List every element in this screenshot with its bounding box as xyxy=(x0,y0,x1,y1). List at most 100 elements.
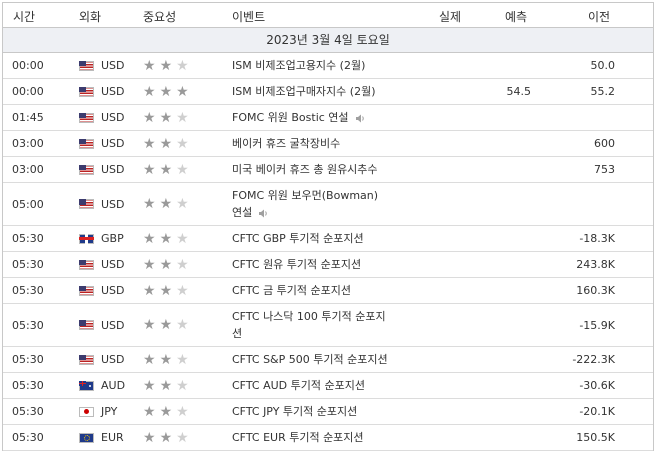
event-title-line[interactable]: CFTC 나스닥 100 투기적 순포지 xyxy=(232,308,386,325)
star-icon: ★ xyxy=(143,377,156,394)
event-title-line[interactable]: ISM 비제조업고용지수 (2월) xyxy=(232,57,365,74)
header-actual[interactable]: 실제 xyxy=(439,8,461,25)
star-icon: ★ xyxy=(159,196,173,212)
table-row[interactable]: 05:30 USD ★ ★ ★ CFTC S&P 500 투기적 순포지션 -222.3K xyxy=(3,347,653,373)
flag-cell xyxy=(79,399,94,424)
us-flag-icon xyxy=(79,60,94,71)
event-time: 05:30 xyxy=(12,431,44,444)
event-name[interactable]: 미국 베이커 휴즈 총 원유시추수 xyxy=(232,157,412,182)
header-time[interactable]: 시간 xyxy=(13,8,35,25)
event-title-line[interactable]: ISM 비제조업구매자지수 (2월) xyxy=(232,83,376,100)
event-time: 00:00 xyxy=(12,59,44,72)
event-title-line[interactable]: FOMC 위원 보우먼(Bowman) xyxy=(232,187,378,204)
importance-stars: ★ ★ ★ xyxy=(143,53,193,78)
star-icon: ★ xyxy=(143,83,156,100)
event-title-line[interactable]: 미국 베이커 휴즈 총 원유시추수 xyxy=(232,161,378,178)
header-forecast[interactable]: 예측 xyxy=(505,8,527,25)
table-row[interactable]: 05:30 EUR ★ ★ ★ CFTC EUR 투기적 순포지션 150.5K xyxy=(3,425,653,451)
star-icon: ★ xyxy=(143,57,156,74)
table-row[interactable]: 03:00 USD ★ ★ ★ 베이커 휴즈 굴착장비수 600 xyxy=(3,131,653,157)
star-icon: ★ xyxy=(159,109,173,126)
flag-cell xyxy=(79,252,94,277)
event-name[interactable]: FOMC 위원 보우먼(Bowman) 연설 xyxy=(232,183,412,225)
table-row[interactable]: 05:00 USD ★ ★ ★ FOMC 위원 보우먼(Bowman) 연설 xyxy=(3,183,653,226)
event-title-line[interactable]: CFTC S&P 500 투기적 순포지션 xyxy=(232,351,388,368)
importance-stars: ★ ★ ★ xyxy=(143,304,193,346)
event-time: 05:30 xyxy=(12,318,44,332)
currency-code: USD xyxy=(101,59,125,72)
event-title-line[interactable]: 션 xyxy=(232,327,242,340)
importance-stars: ★ ★ ★ xyxy=(143,226,193,251)
event-title-line[interactable]: CFTC JPY 투기적 순포지션 xyxy=(232,403,357,420)
previous-value: 150.5K xyxy=(576,431,615,444)
event-time: 01:45 xyxy=(12,111,44,124)
event-name[interactable]: CFTC 나스닥 100 투기적 순포지션 xyxy=(232,304,412,346)
star-icon: ★ xyxy=(176,83,189,100)
star-icon: ★ xyxy=(143,230,156,247)
event-title-line[interactable]: CFTC AUD 투기적 순포지션 xyxy=(232,377,365,394)
event-name[interactable]: CFTC AUD 투기적 순포지션 xyxy=(232,373,412,398)
previous-value: -30.6K xyxy=(579,379,615,392)
jp-flag-icon xyxy=(79,406,94,417)
event-name[interactable]: CFTC GBP 투기적 순포지션 xyxy=(232,226,412,251)
previous-value: -15.9K xyxy=(579,318,615,332)
forecast-value: 54.5 xyxy=(506,85,532,98)
event-name[interactable]: ISM 비제조업구매자지수 (2월) xyxy=(232,79,412,104)
table-row[interactable]: 05:30 AUD ★ ★ ★ CFTC AUD 투기적 순포지션 -30.6K xyxy=(3,373,653,399)
table-row[interactable]: 05:30 USD ★ ★ ★ CFTC 금 투기적 순포지션 160.3K xyxy=(3,278,653,304)
us-flag-icon xyxy=(79,320,94,330)
us-flag-icon xyxy=(79,285,94,296)
previous-value: -18.3K xyxy=(579,232,615,245)
star-icon: ★ xyxy=(176,403,189,420)
event-time: 05:30 xyxy=(12,232,44,245)
event-title-line[interactable]: 베이커 휴즈 굴착장비수 xyxy=(232,135,340,152)
table-row[interactable]: 03:00 USD ★ ★ ★ 미국 베이커 휴즈 총 원유시추수 753 xyxy=(3,157,653,183)
previous-value: 600 xyxy=(594,137,615,150)
event-title-line[interactable]: CFTC 원유 투기적 순포지션 xyxy=(232,256,361,273)
event-name[interactable]: 베이커 휴즈 굴착장비수 xyxy=(232,131,412,156)
event-title-line[interactable]: CFTC GBP 투기적 순포지션 xyxy=(232,230,364,247)
event-time: 05:30 xyxy=(12,379,44,392)
header-currency[interactable]: 외화 xyxy=(79,8,101,25)
speaker-icon xyxy=(355,113,366,124)
table-row[interactable]: 00:00 USD ★ ★ ★ ISM 비제조업고용지수 (2월) 50.0 xyxy=(3,53,653,79)
table-row[interactable]: 01:45 USD ★ ★ ★ FOMC 위원 Bostic 연설 xyxy=(3,105,653,131)
currency-code: USD xyxy=(101,197,125,211)
event-title-line[interactable]: CFTC EUR 투기적 순포지션 xyxy=(232,429,364,446)
table-header: 시간 외화 중요성 이벤트 실제 예측 이전 xyxy=(3,3,653,28)
flag-cell xyxy=(79,304,94,346)
event-name[interactable]: FOMC 위원 Bostic 연설 xyxy=(232,105,412,130)
importance-stars: ★ ★ ★ xyxy=(143,347,193,372)
event-list: 00:00 USD ★ ★ ★ ISM 비제조업고용지수 (2월) 50.0 00:00 USD… xyxy=(3,53,653,451)
event-name[interactable]: ISM 비제조업고용지수 (2월) xyxy=(232,53,412,78)
table-row[interactable]: 05:30 USD ★ ★ ★ CFTC 원유 투기적 순포지션 243.8K xyxy=(3,252,653,278)
star-icon: ★ xyxy=(159,317,173,333)
event-title-line[interactable]: CFTC 금 투기적 순포지션 xyxy=(232,282,351,299)
table-row[interactable]: 05:30 JPY ★ ★ ★ CFTC JPY 투기적 순포지션 -20.1K xyxy=(3,399,653,425)
header-previous[interactable]: 이전 xyxy=(588,8,610,25)
table-row[interactable]: 00:00 USD ★ ★ ★ ISM 비제조업구매자지수 (2월) 54.5 55.2 xyxy=(3,79,653,105)
currency-code: USD xyxy=(101,284,125,297)
star-icon: ★ xyxy=(159,256,173,273)
event-time: 05:30 xyxy=(12,258,44,271)
eu-flag-icon xyxy=(79,432,94,443)
table-row[interactable]: 05:30 USD ★ ★ ★ CFTC 나스닥 100 투기적 순포지 션 -15.9K xyxy=(3,304,653,347)
header-event[interactable]: 이벤트 xyxy=(232,8,265,25)
previous-value: -222.3K xyxy=(572,353,615,366)
event-title-line[interactable]: 연설 xyxy=(232,206,252,219)
event-time: 05:30 xyxy=(12,405,44,418)
currency-code: JPY xyxy=(101,405,118,418)
event-name[interactable]: CFTC S&P 500 투기적 순포지션 xyxy=(232,347,412,372)
star-icon: ★ xyxy=(176,429,189,446)
star-icon: ★ xyxy=(176,109,189,126)
table-row[interactable]: 05:30 GBP ★ ★ ★ CFTC GBP 투기적 순포지션 -18.3K xyxy=(3,226,653,252)
importance-stars: ★ ★ ★ xyxy=(143,252,193,277)
event-title-line[interactable]: FOMC 위원 Bostic 연설 xyxy=(232,109,366,126)
importance-stars: ★ ★ ★ xyxy=(143,399,193,424)
event-name[interactable]: CFTC 원유 투기적 순포지션 xyxy=(232,252,412,277)
star-icon: ★ xyxy=(176,377,189,394)
event-name[interactable]: CFTC 금 투기적 순포지션 xyxy=(232,278,412,303)
event-name[interactable]: CFTC JPY 투기적 순포지션 xyxy=(232,399,412,424)
header-importance[interactable]: 중요성 xyxy=(143,8,176,25)
event-name[interactable]: CFTC EUR 투기적 순포지션 xyxy=(232,425,412,450)
